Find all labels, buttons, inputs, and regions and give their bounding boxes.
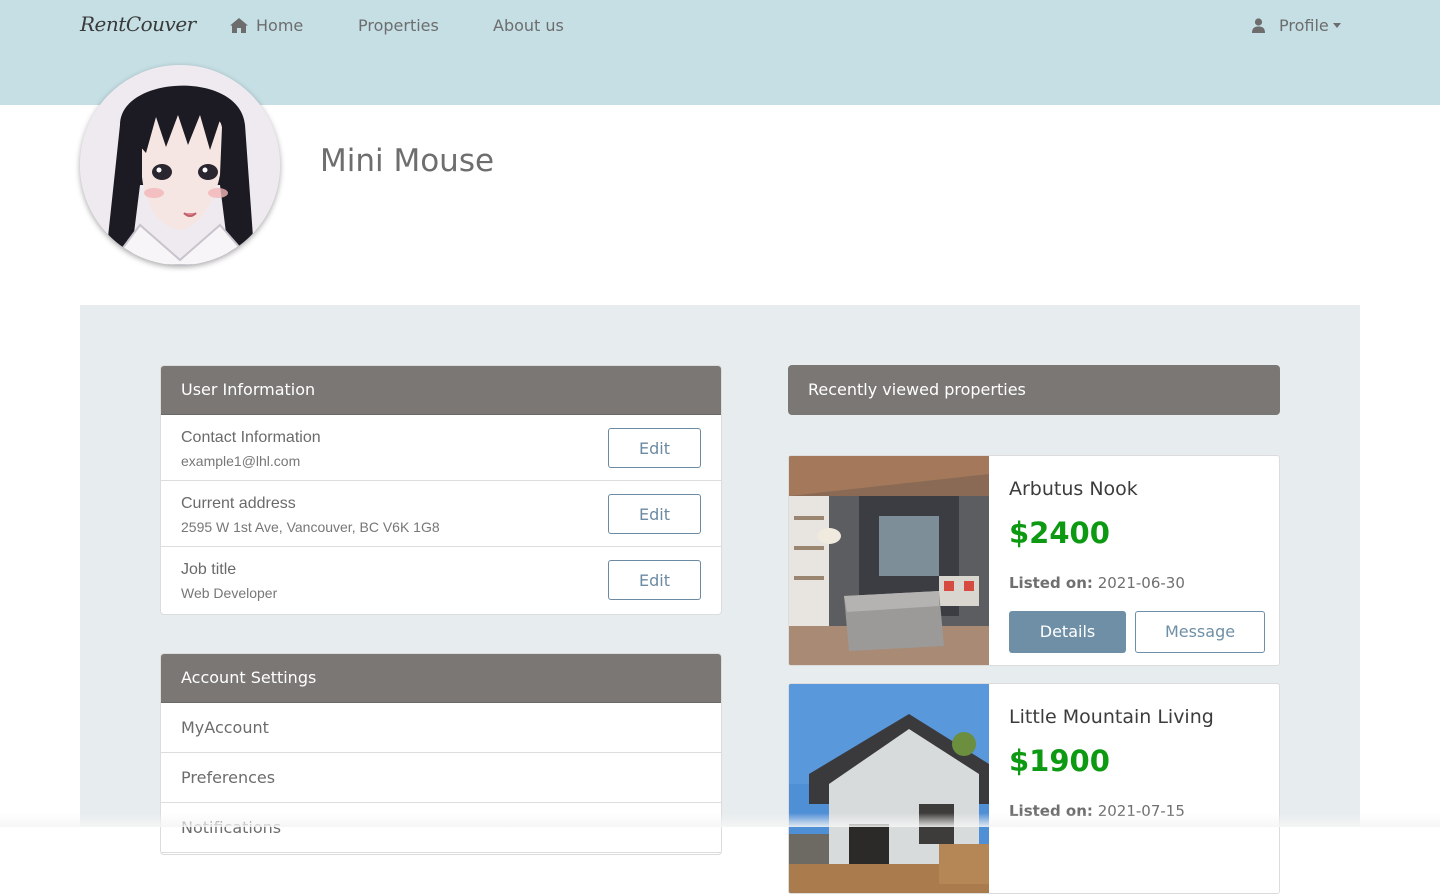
info-row-contact: Contact Information example1@lhl.com Edi…: [161, 415, 721, 481]
property-photo: [789, 456, 989, 665]
avatar: [80, 65, 280, 265]
nav-profile-label: Profile: [1279, 16, 1329, 35]
info-label: Job title: [181, 561, 237, 578]
account-settings-header: Account Settings: [161, 654, 721, 703]
info-label: Current address: [181, 495, 296, 512]
property-title[interactable]: Little Mountain Living: [1009, 706, 1214, 728]
nav-profile-dropdown[interactable]: Profile: [1252, 16, 1341, 36]
listed-label: Listed on:: [1009, 574, 1093, 592]
listed-date: 2021-06-30: [1097, 574, 1185, 592]
details-button[interactable]: Details: [1009, 611, 1126, 653]
info-value: example1@lhl.com: [181, 453, 301, 469]
edit-contact-button[interactable]: Edit: [608, 428, 701, 468]
profile-name: Mini Mouse: [320, 143, 495, 179]
home-icon: [230, 18, 248, 33]
info-row-address: Current address 2595 W 1st Ave, Vancouve…: [161, 481, 721, 547]
property-title[interactable]: Arbutus Nook: [1009, 478, 1138, 500]
bottom-fade: [0, 813, 1440, 827]
property-photo: [789, 684, 989, 893]
property-card: Little Mountain Living $1900 Listed on: …: [788, 683, 1280, 894]
property-card: Arbutus Nook $2400 Listed on: 2021-06-30…: [788, 455, 1280, 666]
nav-about-link[interactable]: About us: [493, 16, 564, 36]
nav-home-link[interactable]: Home: [230, 16, 303, 36]
info-label: Contact Information: [181, 429, 321, 446]
edit-job-button[interactable]: Edit: [608, 560, 701, 600]
edit-address-button[interactable]: Edit: [608, 494, 701, 534]
info-row-job: Job title Web Developer Edit: [161, 547, 721, 612]
nav-home-label: Home: [256, 16, 304, 35]
user-icon: [1252, 18, 1265, 33]
account-item-preferences[interactable]: Preferences: [161, 753, 721, 803]
user-information-card: User Information Contact Information exa…: [160, 365, 722, 615]
message-button[interactable]: Message: [1135, 611, 1265, 653]
account-item-notifications[interactable]: Notifications: [161, 803, 721, 853]
info-value: 2595 W 1st Ave, Vancouver, BC V6K 1G8: [181, 519, 440, 535]
caret-down-icon: [1332, 23, 1341, 28]
property-price: $2400: [1009, 516, 1110, 550]
recently-viewed-header: Recently viewed properties: [788, 365, 1280, 415]
account-item-myaccount[interactable]: MyAccount: [161, 703, 721, 753]
avatar-illustration: [80, 65, 280, 265]
property-price: $1900: [1009, 744, 1110, 778]
property-listed-date: Listed on: 2021-06-30: [1009, 574, 1185, 592]
info-value: Web Developer: [181, 585, 278, 601]
user-information-header: User Information: [161, 366, 721, 415]
nav-properties-link[interactable]: Properties: [358, 16, 439, 36]
brand-logo[interactable]: RentCouver: [80, 12, 196, 36]
